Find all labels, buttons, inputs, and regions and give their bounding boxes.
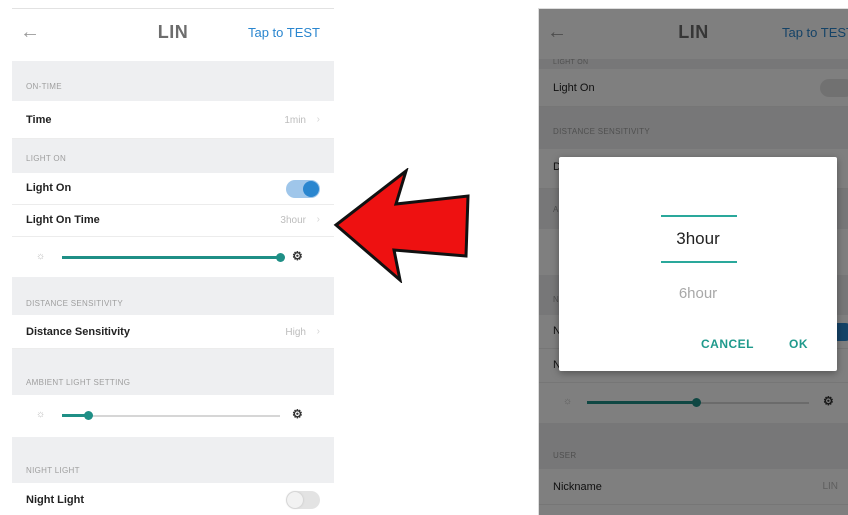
light-on-time-row[interactable]: Light On Time 3hour › [12,205,334,237]
toggle-knob [303,181,319,197]
section-header-distance: DISTANCE SENSITIVITY [12,277,334,315]
settings-screen: ← LIN Tap to TEST ON-TIME Time 1min › LI… [12,8,334,515]
section-header-ambient: AMBIENT LIGHT SETTING [12,349,334,395]
section-header-label: AMBIENT LIGHT SETTING [26,378,131,387]
distance-sensitivity-label: Distance Sensitivity [26,326,130,338]
ambient-slider-row: ☼ ⚙ [12,395,334,437]
distance-sensitivity-row[interactable]: Distance Sensitivity High › [12,315,334,349]
ambient-slider-track[interactable] [62,415,280,417]
picker-selected-option[interactable]: 3hour [559,229,837,249]
section-header-label: NIGHT LIGHT [26,466,80,475]
time-row[interactable]: Time 1min › [12,101,334,139]
light-on-label: Light On [26,182,72,194]
page: ← LIN Tap to TEST ON-TIME Time 1min › LI… [0,0,848,515]
light-on-time-value: 3hour [280,215,306,226]
cancel-button[interactable]: CANCEL [701,337,754,351]
time-picker-dialog: 3hour 6hour CANCEL OK [559,157,837,371]
picker-divider-bottom [661,261,737,263]
section-header-on-time: ON-TIME [12,61,334,101]
time-label: Time [26,114,52,126]
picker-screen: ← LIN Tap to TEST LIGHT ON Light On DIST… [538,8,848,515]
ambient-slider-thumb[interactable] [84,411,93,420]
chevron-right-icon: › [316,214,320,225]
section-header-light-on: LIGHT ON [12,139,334,173]
light-on-row: Light On [12,173,334,205]
night-light-row: Night Light [12,483,334,515]
section-header-label: ON-TIME [26,82,62,91]
brightness-slider-row: ☼ ⚙ [12,237,334,277]
distance-sensitivity-value: High [285,327,306,338]
night-light-toggle[interactable] [286,491,320,509]
toggle-knob [287,492,303,508]
brightness-slider-thumb[interactable] [276,253,285,262]
light-on-time-label: Light On Time [26,214,100,226]
section-header-label: LIGHT ON [26,154,67,163]
light-on-toggle[interactable] [286,180,320,198]
chevron-right-icon: › [316,114,320,125]
brightness-slider-fill [62,256,280,259]
chevron-right-icon: › [316,326,320,337]
time-value: 1min [284,115,306,126]
night-light-label: Night Light [26,494,85,506]
section-header-label: DISTANCE SENSITIVITY [26,299,123,308]
red-arrow-icon [333,168,470,283]
top-bar: ← LIN Tap to TEST [12,9,334,59]
dim-sun-icon: ☼ [36,251,46,262]
picker-option[interactable]: 6hour [559,285,837,302]
dim-sun-icon: ☼ [36,409,46,420]
bright-sun-icon: ⚙ [292,249,303,263]
bright-sun-icon: ⚙ [292,407,303,421]
picker-divider-top [661,215,737,217]
tap-to-test-button[interactable]: Tap to TEST [248,25,320,40]
ok-button[interactable]: OK [789,337,808,351]
section-header-night-light: NIGHT LIGHT [12,437,334,483]
